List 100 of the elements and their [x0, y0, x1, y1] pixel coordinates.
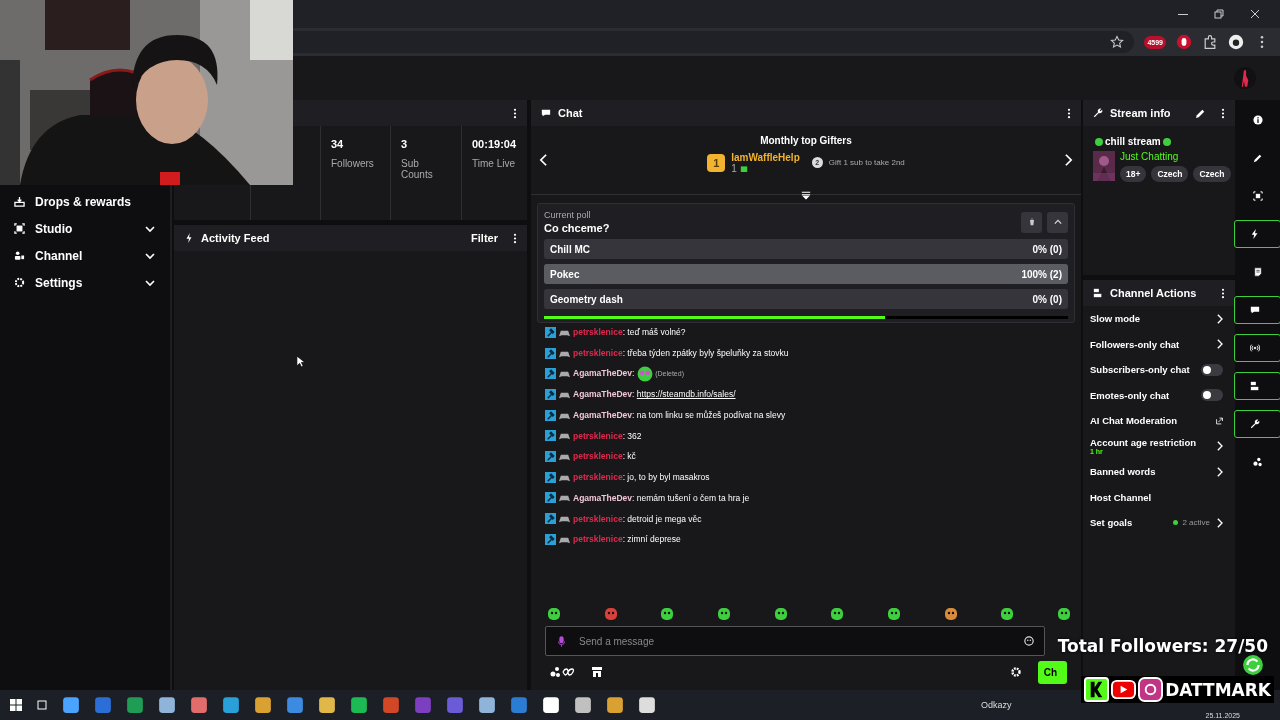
more-icon[interactable] [1067, 107, 1071, 119]
settings-icon[interactable] [1009, 666, 1022, 678]
taskbar-app-icon[interactable] [478, 696, 496, 714]
chevron-right-icon[interactable] [1216, 517, 1223, 528]
action-label[interactable]: Followers-only chat [1090, 338, 1212, 350]
tag-chip[interactable]: Czech [1151, 166, 1189, 182]
collapse-icon[interactable] [801, 190, 811, 200]
emoji-icon[interactable] [1024, 636, 1034, 646]
more-icon[interactable] [1221, 287, 1225, 299]
taskbar-app-icon[interactable] [318, 696, 336, 714]
action-label[interactable]: AI Chat Moderation [1090, 415, 1212, 427]
chevron-right-icon[interactable] [1216, 313, 1223, 324]
poll-option[interactable]: Pokec 100% (2) [544, 264, 1068, 284]
microphone-icon[interactable] [558, 635, 565, 647]
wrench-icon [1093, 108, 1103, 118]
delete-button[interactable] [1021, 211, 1042, 233]
close-icon[interactable] [1250, 9, 1260, 19]
action-label[interactable]: Subscribers-only chat [1090, 364, 1197, 376]
rail-button[interactable] [1234, 296, 1280, 324]
chat-button[interactable]: Ch [1037, 660, 1067, 684]
minimize-icon[interactable] [1178, 13, 1188, 15]
taskbar-app-icon[interactable] [158, 696, 176, 714]
emote-icon[interactable] [660, 607, 675, 621]
taskbar-app-icon[interactable] [542, 696, 560, 714]
emote-icon[interactable] [830, 607, 845, 621]
rail-button[interactable] [1234, 220, 1280, 248]
action-label[interactable]: Emotes-only chat [1090, 389, 1197, 401]
pencil-icon[interactable] [1195, 107, 1206, 119]
toggle-switch[interactable] [1201, 389, 1223, 402]
emote-icon[interactable] [716, 607, 731, 621]
moderator-badge-icon [545, 471, 556, 483]
rail-button[interactable] [1234, 410, 1280, 438]
moderator-badge-icon [545, 533, 556, 545]
tag-chip[interactable]: 18+ [1120, 166, 1147, 182]
filter-button[interactable]: Filter [471, 232, 498, 244]
chevron-right-icon[interactable] [1216, 339, 1223, 350]
chevron-right-icon[interactable] [1064, 153, 1073, 167]
taskbar-app-icon[interactable] [254, 696, 272, 714]
chevron-left-icon[interactable] [539, 153, 548, 167]
action-label[interactable]: Banned words [1090, 466, 1212, 478]
store-icon[interactable] [591, 666, 603, 678]
emote-icon[interactable] [547, 607, 561, 621]
star-icon[interactable] [1110, 35, 1125, 49]
sidebar-item[interactable]: Drops & rewards [0, 188, 170, 215]
moderator-badge-icon [545, 326, 556, 338]
more-icon[interactable] [1221, 107, 1225, 119]
emote-icon[interactable] [943, 607, 958, 621]
puzzle-icon[interactable] [1202, 34, 1218, 50]
poll-caption: Current poll [544, 210, 592, 220]
windows-icon[interactable] [10, 699, 22, 711]
action-label[interactable]: Set goals [1090, 517, 1170, 529]
category-link[interactable]: Just Chatting [1120, 151, 1231, 162]
profile-icon[interactable] [1228, 34, 1244, 50]
moderator-badge-icon [545, 492, 556, 504]
chat-message: petrsklenice: 362 [573, 430, 642, 441]
chevron-right-icon[interactable] [1216, 466, 1223, 477]
rail-button[interactable] [1234, 372, 1280, 400]
message-text-input[interactable]: Send a message [577, 634, 1012, 648]
action-label[interactable]: Slow mode [1090, 313, 1212, 325]
hand-icon[interactable] [1176, 34, 1192, 50]
poll-option[interactable]: Geometry dash 0% (0) [544, 289, 1068, 309]
sidebar-item[interactable]: Studio [0, 215, 170, 242]
more-icon[interactable] [513, 232, 517, 244]
external-link-icon[interactable] [1216, 415, 1223, 426]
task-view-icon[interactable] [36, 699, 48, 711]
restore-icon[interactable] [1214, 9, 1224, 19]
toggle-switch[interactable] [1201, 363, 1223, 376]
emote-icon[interactable] [886, 607, 901, 621]
chat-bubble-icon [541, 108, 551, 118]
gift-count: 1 [731, 162, 737, 174]
taskbar-app-icon[interactable] [606, 696, 624, 714]
rail-button[interactable] [1234, 334, 1280, 362]
taskbar-app-icon[interactable] [62, 696, 80, 714]
emote-icon[interactable] [1056, 607, 1071, 621]
sidebar-item[interactable]: Settings [0, 269, 170, 296]
message-input[interactable]: Send a message [545, 626, 1045, 656]
taskbar-app-icon[interactable] [574, 696, 592, 714]
moderator-badge-icon [545, 368, 556, 380]
chevron-right-icon[interactable] [1216, 441, 1223, 452]
message-link[interactable]: https://steamdb.info/sales/ [636, 389, 736, 400]
moderator-badge-icon [545, 388, 556, 400]
gifters-title: Monthly top Gifters [760, 134, 852, 146]
taskbar-app-icon[interactable] [350, 696, 368, 714]
emote-icon[interactable] [1000, 607, 1015, 621]
collapse-button[interactable] [1047, 211, 1068, 233]
toolbar-label[interactable]: Odkazy [980, 700, 1012, 710]
action-label[interactable]: Account age restriction [1090, 437, 1212, 449]
taskbar-app-icon[interactable] [638, 696, 656, 714]
sidebar-item[interactable]: Channel [0, 242, 170, 269]
emote-icon[interactable] [603, 607, 618, 621]
taskbar-app-icon[interactable] [222, 696, 240, 714]
action-label[interactable]: Host Channel [1090, 491, 1223, 503]
emote-icon[interactable] [773, 607, 788, 621]
tag-chip[interactable]: Czech [1193, 166, 1231, 182]
points-icon[interactable] [549, 666, 575, 678]
avatar-icon[interactable] [1234, 67, 1256, 89]
poll-question: Co chceme? [544, 222, 611, 234]
chat-bubble-icon [1250, 305, 1260, 315]
poll-option[interactable]: Chill MC 0% (0) [544, 239, 1068, 259]
more-icon[interactable] [513, 107, 517, 119]
